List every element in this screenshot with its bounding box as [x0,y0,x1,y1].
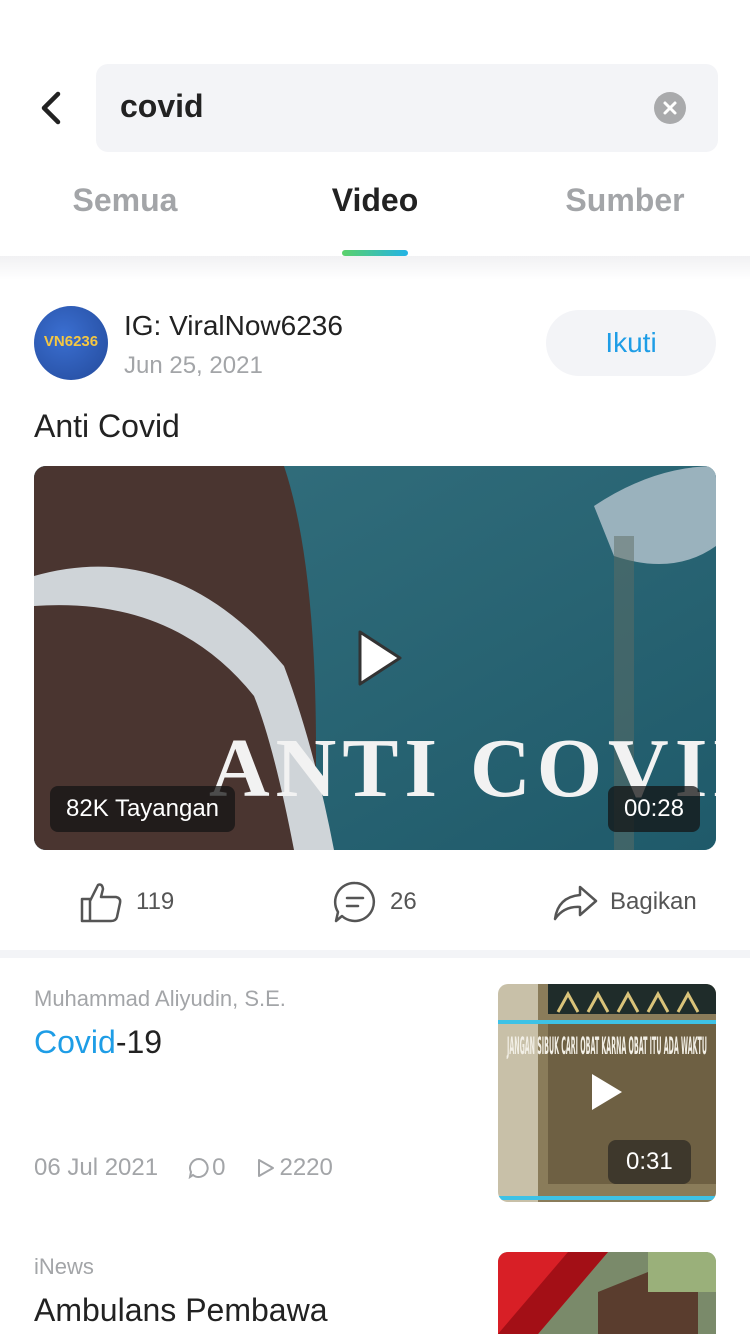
back-button[interactable] [32,84,76,132]
item-date: 06 Jul 2021 [34,1154,159,1181]
thumbnail-overlay-text: JANGAN SIBUK CARI OBAT KARNA OBAT ITU AD… [506,1032,707,1060]
item-duration-badge: 0:31 [608,1140,691,1184]
share-label: Bagikan [610,888,697,915]
post-actions: 119 26 Bagikan [0,870,750,934]
tab-bar: Semua Video Sumber [0,182,750,242]
item-meta: 06 Jul 2021 0 2220 [34,1154,363,1182]
avatar-text: VN6236 [43,333,99,350]
chevron-left-icon [41,91,61,125]
item-title-rest: -19 [115,1024,163,1060]
share-icon [553,885,598,921]
item-play-count: 2220 [279,1154,333,1181]
play-outline-icon [258,1159,275,1177]
avatar[interactable]: VN6236 [34,306,108,380]
post-date: Jun 25, 2021 [124,352,263,379]
follow-button[interactable]: Ikuti [546,310,716,376]
author-name[interactable]: IG: ViralNow6236 [124,310,343,342]
comment-count: 26 [390,888,417,915]
thumbs-up-icon [80,883,122,923]
item-title-highlight: Covid [34,1024,116,1060]
list-item[interactable]: iNews Ambulans Pembawa [0,1252,750,1334]
top-bar: covid Semua Video Sumber [0,0,750,256]
share-button[interactable]: Bagikan [552,870,697,934]
item-source: iNews [34,1254,94,1279]
list-item[interactable]: Muhammad Aliyudin, S.E. Covid-19 06 Jul … [0,984,750,1204]
tab-semua[interactable]: Semua [0,182,250,219]
item-comments: 0 [188,1154,225,1182]
comment-button[interactable]: 26 [332,870,417,934]
video-player[interactable]: ANTI COVID 82K Tayangan 00:28 [34,466,716,850]
close-icon [663,101,677,115]
comment-icon [188,1157,209,1179]
tab-video[interactable]: Video [250,182,500,219]
play-icon[interactable] [340,622,412,694]
comment-icon [333,881,376,923]
section-divider [0,950,750,958]
search-input[interactable]: covid [96,64,718,152]
post-title[interactable]: Anti Covid [34,408,180,445]
tab-sumber[interactable]: Sumber [500,182,750,219]
item-source: Muhammad Aliyudin, S.E. [34,986,286,1011]
header-shadow [0,256,750,280]
view-count-badge: 82K Tayangan [50,786,236,832]
like-count: 119 [136,888,175,915]
search-query: covid [120,88,204,124]
thumbnail-image [498,1252,716,1334]
video-duration-badge: 00:28 [607,786,700,832]
like-button[interactable]: 119 [78,870,174,934]
item-title: Covid-19 [34,1024,162,1061]
item-plays: 2220 [255,1154,333,1182]
item-thumbnail[interactable]: JANGAN SIBUK CARI OBAT KARNA OBAT ITU AD… [498,984,716,1202]
clear-search-button[interactable] [654,92,686,124]
item-comment-count: 0 [212,1154,226,1181]
item-title: Ambulans Pembawa [34,1292,328,1328]
item-thumbnail[interactable] [498,1252,716,1334]
play-icon [592,1074,622,1110]
